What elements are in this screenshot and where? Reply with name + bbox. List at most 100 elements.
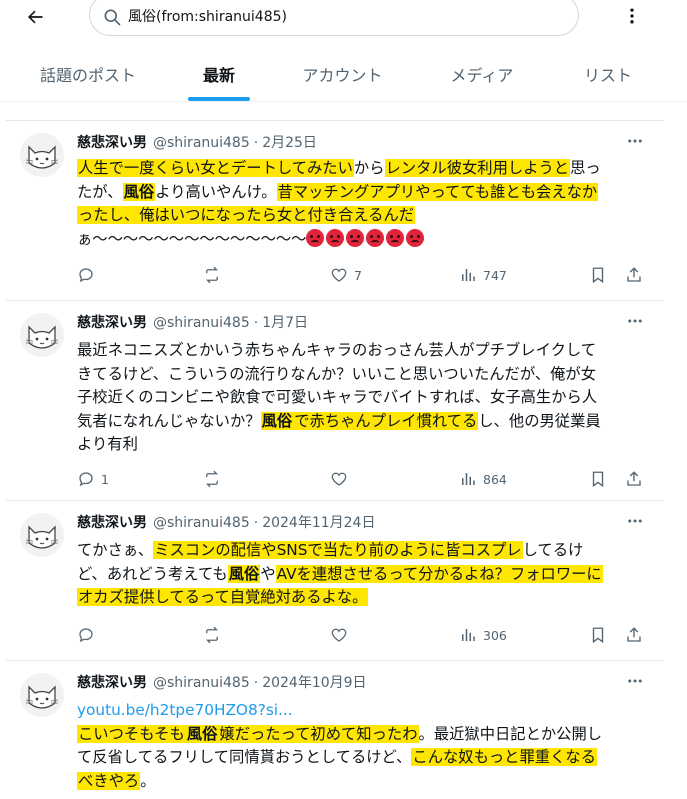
text-segment: て反省してるフリして同情貰おうとしてるけど、 [77,748,412,766]
heart-icon [330,266,348,284]
angry-face-icon [326,228,345,247]
share-button[interactable] [625,469,643,489]
highlight: で赤ちゃんプレイ慣れてる [293,411,479,430]
highlight: ミスコンの配信やSNSで当たり前のように皆コスプレ [153,541,523,559]
tweet[interactable]: 慈悲深い男 @shiranui485 · 2月25日 人生で一度くらい女とデートしてみた… [6,120,664,300]
highlight: ったし、俺はいつになったら女と付き合えるんだ [77,206,416,224]
retweet-icon [203,266,221,284]
avatar[interactable] [20,513,64,557]
text-line: より有利 [77,433,662,457]
user-handle[interactable]: @shiranui485 [153,675,250,691]
share-button[interactable] [625,265,643,285]
reply-button[interactable] [77,625,101,645]
user-name[interactable]: 慈悲深い男 [77,315,147,331]
view-count: 747 [483,267,507,283]
bookmark-icon [589,266,607,284]
angry-face-icon [386,228,405,247]
more-options-icon[interactable] [620,4,644,28]
highlight: レンタル彼女利用しようと [384,159,571,177]
highlight-keyword: 風俗 [260,411,294,430]
separator-dot: · [253,675,259,691]
more-icon[interactable] [623,671,647,691]
retweet-icon [203,626,221,644]
avatar[interactable] [20,673,64,717]
tweet-date[interactable]: 2024年11月24日 [262,515,375,531]
text-line: てかさぁ、ミスコンの配信やSNSで当たり前のように皆コスプレしてるけ [77,539,662,563]
share-button[interactable] [625,625,643,645]
text-line: べきやろ。 [77,770,662,794]
text-line: きてるけど、こういうの流行りなんか？いいこと思いついたんだが、俺が女 [77,363,662,387]
bookmark-icon [589,626,607,644]
retweet-button[interactable] [203,625,221,645]
view-count: 864 [483,471,507,487]
avatar[interactable] [20,133,64,177]
avatar[interactable] [20,313,64,357]
search-icon [104,9,121,26]
like-button[interactable]: 7 [330,265,362,285]
tab-lists[interactable]: リスト [568,46,648,102]
tweet-date[interactable]: 2024年10月9日 [262,675,366,691]
tab-accounts[interactable]: アカウント [285,46,400,102]
text-line: ったし、俺はいつになったら女と付き合えるんだ [77,204,662,228]
reply-button[interactable] [77,265,101,285]
views-button[interactable]: 747 [459,265,507,285]
back-arrow-icon[interactable] [20,2,50,32]
user-handle[interactable]: @shiranui485 [153,515,250,531]
tweet-text: 最近ネコニスズとかいう赤ちゃんキャラのおっさん芸人がプチブレイクして きてるけど、… [77,339,662,457]
like-button[interactable] [330,469,354,489]
like-button[interactable] [330,625,354,645]
text-segment: ど、あれどう考えても [77,564,228,583]
top-bar: 風俗(from:shiranui485) [0,0,687,36]
retweet-icon [203,470,221,488]
user-name[interactable]: 慈悲深い男 [77,135,147,151]
text-segment: 。最近獄中日記とか公開し [418,724,603,743]
tweet-actions: 1 864 [77,469,657,489]
angry-face-icon [366,228,385,247]
retweet-button[interactable] [203,469,221,489]
tweet-date[interactable]: 2月25日 [262,135,317,151]
tweet-header: 慈悲深い男 @shiranui485 · 2月25日 [77,132,317,152]
text-line: 子校近くのコンビニや飲食で可愛いキャラでバイトすれば、女子高生から人 [77,386,662,410]
more-icon[interactable] [623,131,647,151]
text-segment: し、他の男従業員 [478,411,601,430]
tweet[interactable]: 慈悲深い男 @shiranui485 · 2024年11月24日 てかさぁ、ミスコンの配… [6,500,664,660]
text-segment: たが、 [77,182,123,201]
user-handle[interactable]: @shiranui485 [153,135,250,151]
bookmark-button[interactable] [589,625,607,645]
share-icon [625,626,643,644]
text-line: ど、あれどう考えても風俗やAVを連想させるって分かるよね？フォロワーに [77,563,662,587]
separator-dot: · [253,135,259,151]
highlight: 嬢だったって初めて知ったわ [218,724,419,743]
tweet-date[interactable]: 1月7日 [262,315,308,331]
angry-face-icon [306,228,325,247]
bookmark-button[interactable] [589,469,607,489]
bookmark-button[interactable] [589,265,607,285]
more-icon[interactable] [623,511,647,531]
reply-count: 1 [101,471,109,487]
views-icon [459,626,477,644]
user-name[interactable]: 慈悲深い男 [77,515,147,531]
search-input[interactable]: 風俗(from:shiranui485) [89,0,579,36]
tab-top[interactable]: 話題のポスト [18,46,158,102]
tweet[interactable]: 慈悲深い男 @shiranui485 · 1月7日 最近ネコニスズとかいう赤ちゃんキャラ… [6,300,664,500]
tweet[interactable]: 慈悲深い男 @shiranui485 · 2024年10月9日 youtu.be/h2t… [6,660,664,799]
views-button[interactable]: 306 [459,625,507,645]
retweet-button[interactable] [203,265,221,285]
reply-button[interactable]: 1 [77,469,109,489]
user-handle[interactable]: @shiranui485 [153,315,250,331]
user-name[interactable]: 慈悲深い男 [77,675,147,691]
text-segment: 子校近くのコンビニや飲食で可愛いキャラでバイトすれば、女子高生から人 [77,388,598,406]
views-button[interactable]: 864 [459,469,507,489]
reply-icon [77,626,95,644]
text-segment: より高いやんけ。 [155,182,277,201]
text-line: ぁ〜〜〜〜〜〜〜〜〜〜〜〜〜〜 [77,228,662,252]
text-segment: 最近ネコニスズとかいう赤ちゃんキャラのおっさん芸人がプチブレイクして [77,341,597,359]
tweet-header: 慈悲深い男 @shiranui485 · 1月7日 [77,312,308,332]
more-icon[interactable] [623,311,647,331]
tab-media[interactable]: メディア [432,46,532,102]
tab-latest[interactable]: 最新 [188,46,250,102]
tweet-link[interactable]: youtu.be/h2tpe70HZO8?si... [77,699,662,723]
text-segment: てかさぁ、 [77,541,154,559]
text-segment: きてるけど、こういうの流行りなんか？いいこと思いついたんだが、俺が女 [77,364,597,383]
views-icon [459,470,477,488]
